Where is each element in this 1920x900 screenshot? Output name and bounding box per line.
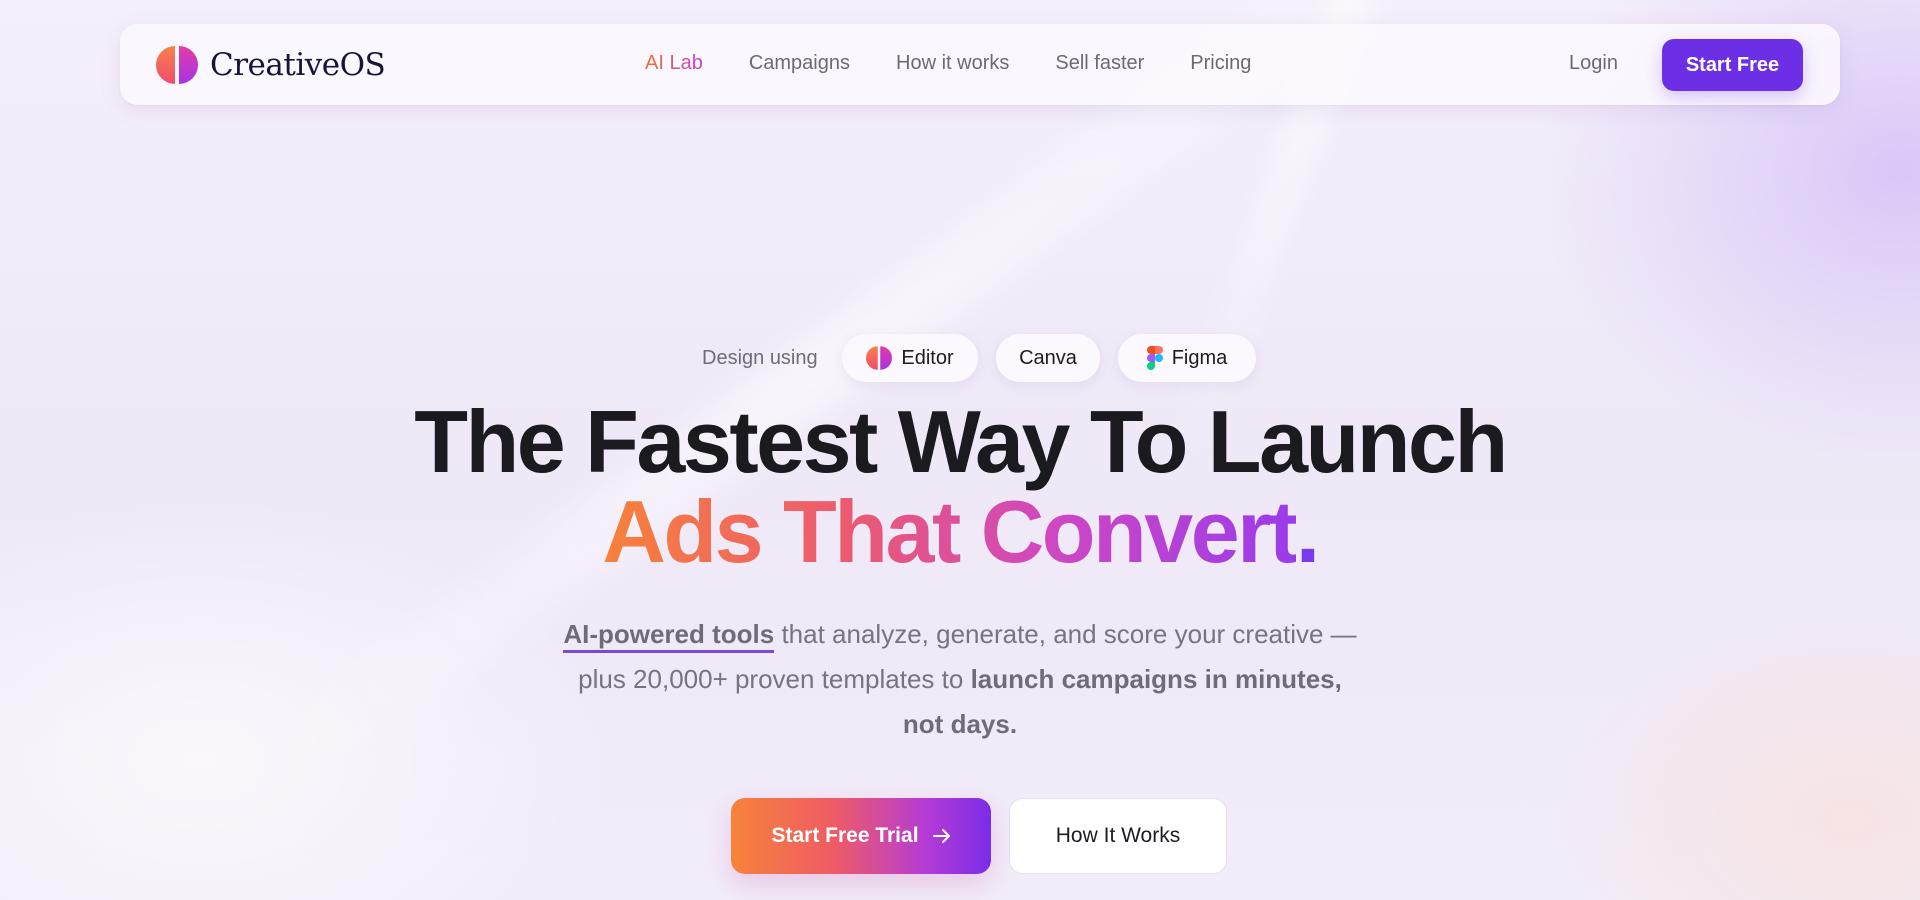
- design-using-row: Design using Editor Canva Figma: [0, 334, 1920, 382]
- tool-pill-label: Figma: [1171, 346, 1228, 369]
- tool-pill-label: Canva: [1019, 346, 1077, 369]
- start-free-trial-button[interactable]: Start Free Trial: [731, 798, 991, 874]
- nav-link-campaigns[interactable]: Campaigns: [749, 52, 850, 75]
- tool-pill-label: Editor: [901, 346, 954, 369]
- nav-links: AI Lab Campaigns How it works Sell faste…: [645, 52, 1251, 75]
- start-free-button[interactable]: Start Free: [1662, 39, 1803, 91]
- sub-highlight-link[interactable]: AI-powered tools: [563, 619, 775, 653]
- tool-pill-canva[interactable]: Canva: [996, 334, 1100, 382]
- how-it-works-button[interactable]: How It Works: [1009, 798, 1227, 874]
- login-link[interactable]: Login: [1569, 52, 1618, 75]
- design-using-label: Design using: [702, 347, 818, 369]
- how-it-works-label: How It Works: [1055, 824, 1181, 847]
- nav-link-how-it-works[interactable]: How it works: [896, 52, 1009, 75]
- brand[interactable]: CreativeOS: [156, 44, 386, 86]
- start-free-trial-label: Start Free Trial: [771, 824, 919, 847]
- top-navbar: CreativeOS AI Lab Campaigns How it works…: [120, 24, 1840, 105]
- creativeos-logo-icon: [866, 346, 893, 370]
- tool-pill-editor[interactable]: Editor: [842, 334, 978, 382]
- hero-headline-line1: The Fastest Way To Launch: [414, 392, 1508, 491]
- hero-subheading: AI-powered tools that analyze, generate,…: [560, 612, 1360, 747]
- nav-link-ai-lab[interactable]: AI Lab: [645, 52, 703, 75]
- hero-headline-gradient-text: Ads That Convert: [602, 482, 1298, 581]
- creativeos-logo-icon: [156, 46, 198, 84]
- hero-headline-dot: .: [1295, 482, 1320, 581]
- nav-link-pricing[interactable]: Pricing: [1190, 52, 1251, 75]
- arrow-right-icon: [932, 829, 950, 843]
- brand-name: CreativeOS: [210, 47, 386, 83]
- hero-headline-line2: Ads That Convert.: [0, 484, 1920, 580]
- tool-pill-figma[interactable]: Figma: [1118, 334, 1256, 382]
- figma-icon: [1146, 346, 1163, 370]
- nav-link-sell-faster[interactable]: Sell faster: [1055, 52, 1144, 75]
